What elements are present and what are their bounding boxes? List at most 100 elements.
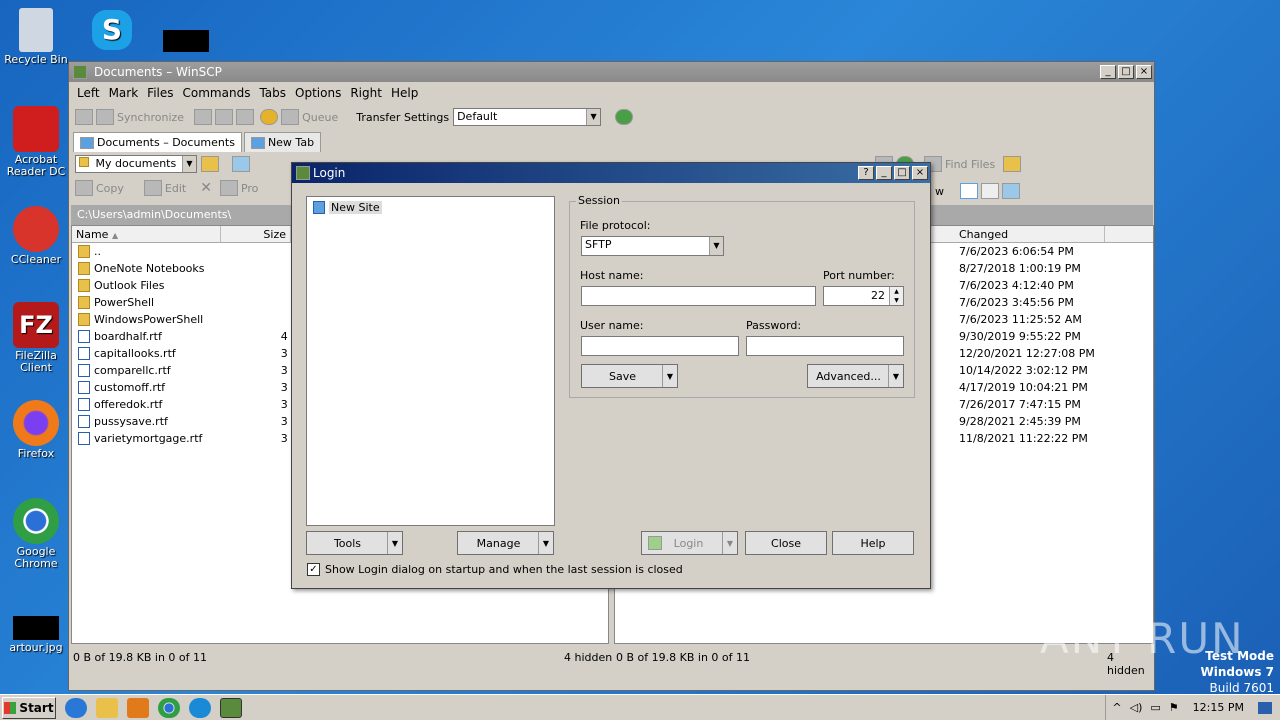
user-input[interactable]	[581, 336, 739, 356]
menu-options[interactable]: Options	[295, 86, 341, 100]
rename-icon[interactable]	[219, 180, 238, 196]
close-button[interactable]: Close	[745, 531, 827, 555]
clock[interactable]: 12:15 PM	[1193, 701, 1244, 714]
copy-button[interactable]: Copy	[96, 182, 124, 195]
synchronize-button[interactable]: Synchronize	[117, 111, 184, 124]
right-file-row[interactable]: 7/6/2023 6:06:54 PM	[959, 243, 1149, 260]
right-file-row[interactable]: 8/27/2018 1:00:19 PM	[959, 260, 1149, 277]
filter-icon[interactable]	[232, 156, 250, 172]
right-file-row[interactable]: 9/30/2019 9:55:22 PM	[959, 328, 1149, 345]
login-maximize-button[interactable]: □	[894, 166, 910, 180]
tab-documents[interactable]: Documents – Documents	[73, 132, 242, 152]
edit-icon[interactable]	[143, 180, 162, 196]
open-folder-icon[interactable]	[201, 156, 219, 172]
flag-icon[interactable]: ⚑	[1169, 701, 1179, 714]
size-column-header[interactable]: Size	[221, 226, 291, 242]
right-file-row[interactable]: 7/26/2017 7:47:15 PM	[959, 396, 1149, 413]
queue-icon[interactable]	[281, 109, 300, 125]
copy-icon[interactable]	[75, 180, 93, 196]
queue-button[interactable]: Queue	[302, 111, 338, 124]
recycle-bin-icon[interactable]: Recycle Bin	[0, 8, 72, 66]
refresh-icon[interactable]	[236, 109, 255, 125]
tray-chevron-icon[interactable]: ^	[1112, 701, 1121, 714]
minus-icon[interactable]	[981, 183, 999, 199]
network-icon[interactable]: ▭	[1150, 701, 1160, 714]
start-button[interactable]: Start	[2, 696, 56, 719]
right-extra-icon[interactable]	[1003, 156, 1022, 172]
chrome-icon[interactable]: Google Chrome	[0, 498, 72, 570]
show-desktop-icon[interactable]	[1258, 701, 1272, 714]
chevron-down-icon[interactable]: ▼	[722, 532, 737, 554]
manage-button[interactable]: Manage ▼	[457, 531, 554, 555]
host-input[interactable]	[581, 286, 816, 306]
menu-left[interactable]: Left	[77, 86, 100, 100]
globe-icon[interactable]	[615, 109, 634, 125]
right-file-row[interactable]: 7/6/2023 4:12:40 PM	[959, 277, 1149, 294]
volume-icon[interactable]: ◁)	[1130, 701, 1143, 714]
explorer-icon[interactable]	[96, 697, 118, 718]
transfer-settings-select[interactable]: Default ▼	[453, 108, 602, 126]
properties-button[interactable]: Pro	[241, 182, 258, 195]
tools-button[interactable]: Tools ▼	[306, 531, 403, 555]
name-column-header[interactable]: Name ▲	[72, 226, 221, 242]
site-new[interactable]: New Site	[307, 199, 554, 216]
left-location-select[interactable]: My documents ▼	[75, 155, 197, 173]
menu-files[interactable]: Files	[147, 86, 173, 100]
chevron-down-icon[interactable]: ▼	[888, 365, 903, 387]
right-file-row[interactable]: 7/6/2023 3:45:56 PM	[959, 294, 1149, 311]
sync-browse-icon[interactable]	[96, 109, 114, 125]
new-button[interactable]: w	[935, 185, 944, 198]
password-input[interactable]	[746, 336, 904, 356]
skype-icon[interactable]: S	[76, 10, 148, 52]
right-file-row[interactable]: 11/8/2021 11:22:22 PM	[959, 430, 1149, 447]
plus-icon[interactable]	[960, 183, 978, 199]
maximize-button[interactable]: □	[1118, 65, 1134, 79]
port-stepper[interactable]: 22 ▲ ▼	[823, 286, 904, 306]
console-icon[interactable]	[194, 109, 213, 125]
right-file-row[interactable]: 10/14/2022 3:02:12 PM	[959, 362, 1149, 379]
menu-help[interactable]: Help	[391, 86, 418, 100]
protocol-select[interactable]: SFTP ▼	[581, 236, 724, 256]
spin-arrows-icon[interactable]: ▲ ▼	[889, 287, 903, 305]
save-button[interactable]: Save ▼	[581, 364, 678, 388]
artour-jpg-icon[interactable]: artour.jpg	[0, 616, 72, 654]
advanced-button[interactable]: Advanced... ▼	[807, 364, 904, 388]
right-file-row[interactable]: 7/6/2023 11:25:52 AM	[959, 311, 1149, 328]
edit-button[interactable]: Edit	[165, 182, 186, 195]
help-icon[interactable]: ?	[858, 166, 874, 180]
preferences-gear-icon[interactable]	[260, 109, 279, 125]
chevron-down-icon[interactable]: ▼	[538, 532, 553, 554]
putty-icon[interactable]	[215, 109, 234, 125]
compare-icon[interactable]	[75, 109, 93, 125]
chevron-down-icon[interactable]: ▼	[387, 532, 402, 554]
right-file-row[interactable]: 12/20/2021 12:27:08 PM	[959, 345, 1149, 362]
minimize-button[interactable]: _	[1100, 65, 1116, 79]
menu-commands[interactable]: Commands	[183, 86, 251, 100]
acrobat-reader-icon[interactable]: Acrobat Reader DC	[0, 106, 72, 178]
chevron-down-icon[interactable]: ▼	[662, 365, 677, 387]
help-button[interactable]: Help	[832, 531, 914, 555]
tab-new[interactable]: New Tab	[243, 132, 322, 152]
right-file-row[interactable]: 4/17/2019 10:04:21 PM	[959, 379, 1149, 396]
ccleaner-icon[interactable]: CCleaner	[0, 206, 72, 266]
find-files-button[interactable]: Find Files	[945, 158, 995, 171]
delete-icon[interactable]: ✕	[200, 180, 212, 196]
changed-column-header[interactable]: Changed	[955, 226, 1105, 242]
show-login-checkbox[interactable]: ✓	[307, 563, 320, 576]
edge-icon[interactable]	[189, 697, 211, 718]
right-file-row[interactable]: 9/28/2021 2:45:39 PM	[959, 413, 1149, 430]
ie-icon[interactable]	[65, 697, 87, 718]
menu-right[interactable]: Right	[350, 86, 382, 100]
menu-mark[interactable]: Mark	[109, 86, 139, 100]
close-window-button[interactable]: ×	[1136, 65, 1152, 79]
menu-tabs[interactable]: Tabs	[259, 86, 286, 100]
winscp-taskbar-icon[interactable]	[220, 697, 242, 718]
login-minimize-button[interactable]: _	[876, 166, 892, 180]
select-filter-icon[interactable]	[1002, 183, 1020, 199]
login-button[interactable]: Login ▼	[641, 531, 738, 555]
media-player-icon[interactable]	[127, 697, 149, 718]
chrome-taskbar-icon[interactable]	[158, 697, 180, 718]
filezilla-icon[interactable]: FZ FileZilla Client	[0, 302, 72, 374]
login-close-icon[interactable]: ×	[912, 166, 928, 180]
show-login-checkbox-row[interactable]: ✓ Show Login dialog on startup and when …	[307, 563, 683, 576]
